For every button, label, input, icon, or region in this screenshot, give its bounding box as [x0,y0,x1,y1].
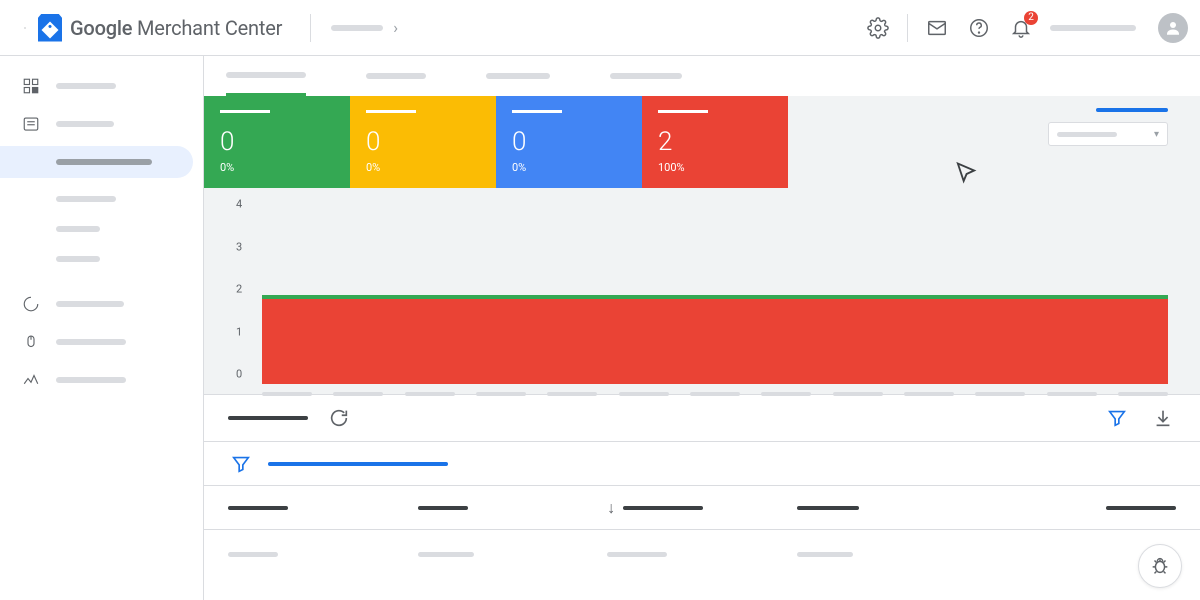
sidebar-label [56,301,124,307]
header-separator [310,14,311,42]
sidebar-label [56,121,114,127]
left-sidebar [0,56,204,600]
column-header-sorted[interactable]: ↓ [607,498,797,518]
mail-icon[interactable] [924,15,950,41]
merchant-center-logo-icon [38,14,62,42]
sort-arrow-down-icon: ↓ [607,498,615,518]
table-header: ↓ [204,486,1200,530]
blank-icon [22,153,40,171]
tabs [204,56,1200,96]
spark-line-icon [22,371,40,389]
main-content: 0 0% 0 0% 0 0% 2 100% [204,56,1200,600]
chart-area: 01234 [204,188,1200,394]
tab-2[interactable] [486,56,550,96]
column-header[interactable] [228,506,418,510]
sidebar-label [56,83,116,89]
sidebar-subitem[interactable] [0,214,203,244]
sidebar-subitem[interactable] [0,244,203,274]
notifications-bell-icon[interactable]: 2 [1008,15,1034,41]
refresh-icon[interactable] [326,405,352,431]
feedback-bug-button[interactable] [1138,544,1182,588]
chevron-right-icon: › [393,18,398,37]
account-label[interactable] [1050,25,1136,31]
download-icon[interactable] [1150,405,1176,431]
toolbar-title [228,416,308,420]
status-card-active[interactable]: 0 0% [204,96,350,188]
avatar[interactable] [1158,13,1188,43]
settings-gear-icon[interactable] [865,15,891,41]
caret-down-icon: ▾ [1154,129,1159,140]
sidebar-subitem[interactable] [0,184,203,214]
filter-icon[interactable] [1104,405,1130,431]
filter-funnel-icon[interactable] [228,451,254,477]
circle-open-icon [22,295,40,313]
sidebar-item-marketing[interactable] [0,326,203,358]
status-card-pending[interactable]: 0 0% [350,96,496,188]
sidebar-item-active[interactable] [0,146,193,178]
column-header[interactable] [418,506,608,510]
sidebar-label [56,339,126,345]
destination-dropdown[interactable]: ▾ [1048,122,1168,146]
status-cards-area: 0 0% 0 0% 0 0% 2 100% [204,96,1200,188]
chart-option-link[interactable] [1096,108,1168,112]
hamburger-menu-icon[interactable] [12,15,38,41]
status-card-disapproved[interactable]: 2 100% [642,96,788,188]
product-name: Google Merchant Center [70,16,282,40]
notification-badge: 2 [1024,11,1038,25]
filter-row [204,442,1200,486]
sidebar-item-products[interactable] [0,108,203,140]
tab-1[interactable] [366,56,426,96]
app-header: Google Merchant Center › 2 [0,0,1200,56]
tab-0[interactable] [226,56,306,96]
mouse-icon [22,333,40,351]
add-filter-link[interactable] [268,462,448,466]
dashboard-grid-icon [22,77,40,95]
sidebar-label [56,377,126,383]
breadcrumb-account[interactable] [331,25,383,31]
status-card-expiring[interactable]: 0 0% [496,96,642,188]
list-icon [22,115,40,133]
table-row[interactable] [204,530,1200,578]
sidebar-label [56,159,152,165]
sidebar-item-overview[interactable] [0,70,203,102]
cursor-icon [952,160,980,192]
dropdown-value [1057,132,1117,137]
sidebar-item-growth[interactable] [0,288,203,320]
help-icon[interactable] [966,15,992,41]
sidebar-item-performance[interactable] [0,364,203,396]
tab-3[interactable] [610,56,682,96]
column-header[interactable] [797,506,987,510]
table-toolbar [204,394,1200,442]
column-header[interactable] [986,506,1176,510]
header-separator [907,14,908,42]
